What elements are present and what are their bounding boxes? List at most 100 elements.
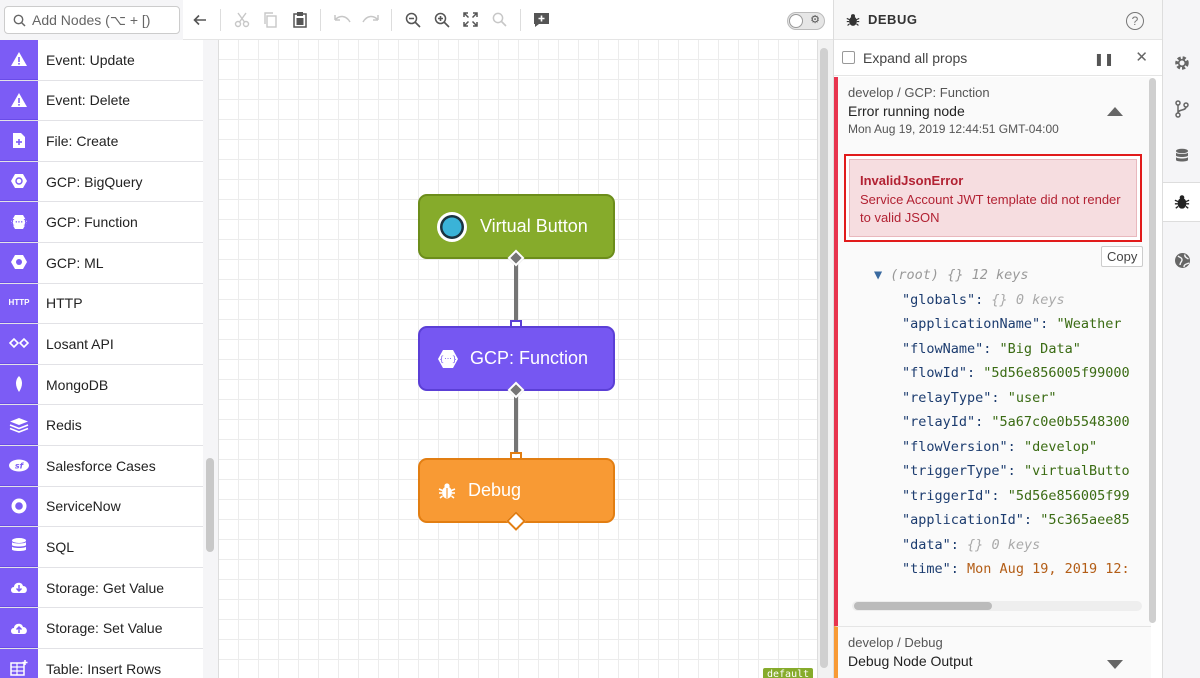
svg-text:{···}: {···} xyxy=(10,218,28,226)
prop-key: "flowVersion": xyxy=(902,438,1016,455)
palette-item-event-update[interactable]: Event: Update xyxy=(0,40,203,81)
expand-arrow-icon[interactable] xyxy=(1107,660,1123,669)
debug-scrollbar[interactable] xyxy=(1149,78,1156,623)
close-icon[interactable]: ✕ xyxy=(1135,48,1148,66)
undo-button[interactable] xyxy=(327,0,356,40)
node-palette: Event: Update Event: Delete File: Create… xyxy=(0,0,219,678)
tree-root-row[interactable]: ▼ (root) {} 12 keys xyxy=(874,263,1138,288)
pause-icon[interactable]: ❚❚ xyxy=(1094,52,1114,66)
tree-row[interactable]: "flowVersion": "develop" xyxy=(874,435,1138,460)
palette-item-storage-get-value[interactable]: Storage: Get Value xyxy=(0,567,203,609)
debug-tab[interactable] xyxy=(1163,182,1200,222)
prop-key: "flowId": xyxy=(902,365,976,381)
palette-item-losant-api[interactable]: Losant API xyxy=(0,324,203,365)
palette-scrollbar[interactable] xyxy=(206,458,214,552)
prop-value: "user" xyxy=(1007,389,1057,406)
tree-row[interactable]: "time": Mon Aug 19, 2019 12: xyxy=(874,557,1138,582)
paste-button[interactable] xyxy=(285,0,314,40)
palette-item-redis[interactable]: Redis xyxy=(0,405,203,446)
palette-item-gcp-bigquery[interactable]: GCP: BigQuery xyxy=(0,161,203,203)
bug-icon xyxy=(846,13,860,26)
error-content: InvalidJsonError Service Account JWT tem… xyxy=(849,159,1137,237)
button-trigger-icon xyxy=(436,211,468,243)
prop-meta: 0 keys xyxy=(991,536,1041,553)
payload-horizontal-scrollbar[interactable] xyxy=(852,601,1142,611)
palette-item-mongodb[interactable]: MongoDB xyxy=(0,364,203,406)
cloud-download-icon xyxy=(0,567,38,608)
layers-icon xyxy=(0,405,38,445)
database-icon xyxy=(1176,148,1188,161)
palette-node-list: Event: Update Event: Delete File: Create… xyxy=(0,40,203,678)
palette-item-storage-set-value[interactable]: Storage: Set Value xyxy=(0,608,203,649)
tree-row[interactable]: "relayId": "5a67c0e0b5548300 xyxy=(874,410,1138,435)
copy-button[interactable] xyxy=(256,0,285,40)
storage-tab[interactable] xyxy=(1163,136,1200,176)
redo-button[interactable] xyxy=(356,0,385,40)
expand-all-checkbox[interactable] xyxy=(842,51,855,64)
palette-item-gcp-function[interactable]: {···} GCP: Function xyxy=(0,202,203,243)
expand-icon xyxy=(463,12,478,27)
prop-key: "applicationName": xyxy=(902,316,1049,332)
prop-braces: {} xyxy=(967,536,984,553)
live-look-toggle[interactable]: ⚙ xyxy=(787,12,825,30)
palette-item-table-insert-rows[interactable]: Table: Insert Rows xyxy=(0,648,203,678)
fit-to-screen-button[interactable] xyxy=(456,0,485,40)
zoom-in-button[interactable] xyxy=(427,0,456,40)
tree-row[interactable]: "relayType": "user" xyxy=(874,386,1138,411)
palette-item-label: Storage: Set Value xyxy=(46,620,163,637)
versions-tab[interactable] xyxy=(1163,89,1200,129)
palette-item-servicenow[interactable]: ServiceNow xyxy=(0,486,203,528)
palette-item-gcp-ml[interactable]: GCP: ML xyxy=(0,242,203,284)
git-branch-icon xyxy=(1175,100,1189,118)
canvas-scrollbar[interactable] xyxy=(820,48,828,668)
palette-item-file-create[interactable]: File: Create xyxy=(0,121,203,162)
tree-row[interactable]: "flowId": "5d56e856005f99000 xyxy=(874,361,1138,386)
file-plus-icon xyxy=(0,121,38,161)
collapse-arrow-icon[interactable] xyxy=(1107,107,1123,116)
bug-icon xyxy=(1174,195,1190,209)
toolbar-divider xyxy=(520,8,521,31)
zoom-out-button[interactable] xyxy=(398,0,427,40)
connection-wire xyxy=(514,394,518,454)
clipboard-icon xyxy=(292,12,307,28)
alert-icon xyxy=(0,40,38,80)
help-icon[interactable]: ? xyxy=(1126,12,1144,30)
add-comment-button[interactable] xyxy=(527,0,556,40)
prop-value: "5a67c0e0b5548300 xyxy=(991,414,1130,430)
globe-icon xyxy=(1174,252,1190,268)
palette-item-sql[interactable]: SQL xyxy=(0,527,203,568)
tree-row[interactable]: "globals": {} 0 keys xyxy=(874,288,1138,313)
prop-meta: 0 keys xyxy=(1015,291,1065,308)
tree-row[interactable]: "applicationName": "Weather xyxy=(874,312,1138,337)
expand-all-label: Expand all props xyxy=(863,49,968,66)
flow-node-label: Debug xyxy=(468,480,522,500)
palette-item-label: HTTP xyxy=(46,295,83,312)
tree-row[interactable]: "flowName": "Big Data" xyxy=(874,337,1138,362)
zoom-in-icon xyxy=(434,12,450,28)
zoom-reset-button[interactable] xyxy=(485,0,514,40)
globals-tab[interactable] xyxy=(1163,240,1200,280)
servicenow-icon xyxy=(0,486,38,527)
losant-icon xyxy=(0,324,38,364)
palette-item-salesforce-cases[interactable]: sf Salesforce Cases xyxy=(0,445,203,487)
palette-item-http[interactable]: HTTP HTTP xyxy=(0,283,203,325)
prop-value: Mon Aug 19, 2019 12: xyxy=(967,561,1130,577)
node-search-box[interactable] xyxy=(4,6,180,34)
message-title: Debug Node Output xyxy=(848,653,973,669)
debug-message-header[interactable]: develop / Debug Debug Node Output xyxy=(838,627,1151,677)
tree-row[interactable]: "applicationId": "5c365aee85 xyxy=(874,508,1138,533)
debug-message-header[interactable]: develop / GCP: Function Error running no… xyxy=(838,77,1151,144)
tree-row[interactable]: "triggerType": "virtualButto xyxy=(874,459,1138,484)
gcp-function-icon: {···} xyxy=(436,343,460,375)
scrollbar-thumb[interactable] xyxy=(854,602,992,610)
tree-row[interactable]: "data": {} 0 keys xyxy=(874,533,1138,558)
cut-button[interactable] xyxy=(227,0,256,40)
palette-item-event-delete[interactable]: Event: Delete xyxy=(0,80,203,122)
settings-tab[interactable] xyxy=(1163,43,1200,83)
prop-key: "relayType": xyxy=(902,389,1000,406)
node-search-input[interactable] xyxy=(32,12,172,28)
tree-root-label: (root) xyxy=(890,267,940,283)
tree-row[interactable]: "triggerId": "5d56e856005f99 xyxy=(874,484,1138,509)
copy-icon xyxy=(264,11,277,28)
collapse-palette-button[interactable] xyxy=(185,0,214,40)
